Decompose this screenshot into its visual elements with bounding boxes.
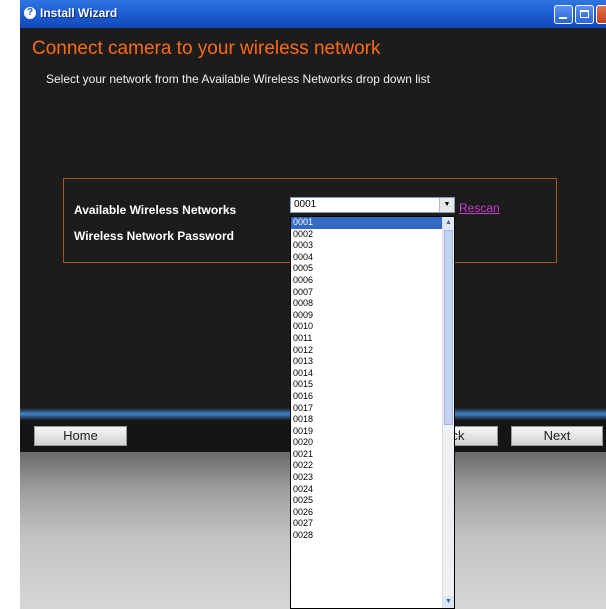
dropdown-option[interactable]: 0024 [291,484,443,496]
dropdown-option[interactable]: 0025 [291,495,443,507]
dropdown-options: 0001 0002 0003 0004 0005 0006 0007 0008 0009 0010… [291,217,443,542]
network-dropdown-list[interactable]: 0001 0002 0003 0004 0005 0006 0007 0008 0009 0010… [290,216,455,609]
network-select[interactable]: 0001 ▼ [290,197,455,213]
dropdown-option[interactable]: 0005 [291,263,443,275]
maximize-button[interactable] [575,5,594,24]
dropdown-option[interactable]: 0028 [291,530,443,542]
close-button[interactable] [596,5,606,24]
dropdown-option[interactable]: 0006 [291,275,443,287]
dropdown-option[interactable]: 0020 [291,437,443,449]
dropdown-option[interactable]: 0027 [291,518,443,530]
dropdown-option[interactable]: 0023 [291,472,443,484]
instruction-text: Select your network from the Available W… [46,72,430,86]
dropdown-option[interactable]: 0026 [291,507,443,519]
scroll-down-icon[interactable]: ▼ [443,596,454,608]
dropdown-option[interactable]: 0016 [291,391,443,403]
dropdown-option[interactable]: 0004 [291,252,443,264]
minimize-button[interactable] [554,5,573,24]
scroll-up-icon[interactable]: ▲ [443,217,454,229]
dropdown-option[interactable]: 0022 [291,460,443,472]
title-bar[interactable]: ? Install Wizard [20,0,606,28]
dropdown-option[interactable]: 0014 [291,368,443,380]
dropdown-scrollbar[interactable]: ▲ ▼ [442,217,454,608]
install-wizard-window: ? Install Wizard Connect camera to your … [20,0,606,609]
rescan-link[interactable]: Rescan [459,201,500,215]
chevron-down-icon[interactable]: ▼ [439,198,454,212]
dropdown-option[interactable]: 0015 [291,379,443,391]
next-button[interactable]: Next [511,426,603,446]
password-label: Wireless Network Password [74,229,234,243]
dropdown-option[interactable]: 0013 [291,356,443,368]
dropdown-option[interactable]: 0017 [291,403,443,415]
dropdown-option[interactable]: 0003 [291,240,443,252]
dropdown-option[interactable]: 0018 [291,414,443,426]
dropdown-option[interactable]: 0021 [291,449,443,461]
dropdown-option[interactable]: 0010 [291,321,443,333]
scrollbar-thumb[interactable] [444,230,453,425]
dropdown-option[interactable]: 0009 [291,310,443,322]
wizard-icon: ? [24,7,36,19]
selected-network-value: 0001 [294,199,317,210]
dropdown-option[interactable]: 0007 [291,287,443,299]
page-heading: Connect camera to your wireless network [32,38,381,59]
dropdown-option[interactable]: 0002 [291,229,443,241]
networks-label: Available Wireless Networks [74,203,237,217]
dropdown-option[interactable]: 0008 [291,298,443,310]
dropdown-option[interactable]: 0011 [291,333,443,345]
window-title: Install Wizard [40,6,118,20]
dropdown-option[interactable]: 0012 [291,345,443,357]
dropdown-option[interactable]: 0001 [291,217,443,229]
dropdown-option[interactable]: 0019 [291,426,443,438]
home-button[interactable]: Home [34,426,127,446]
